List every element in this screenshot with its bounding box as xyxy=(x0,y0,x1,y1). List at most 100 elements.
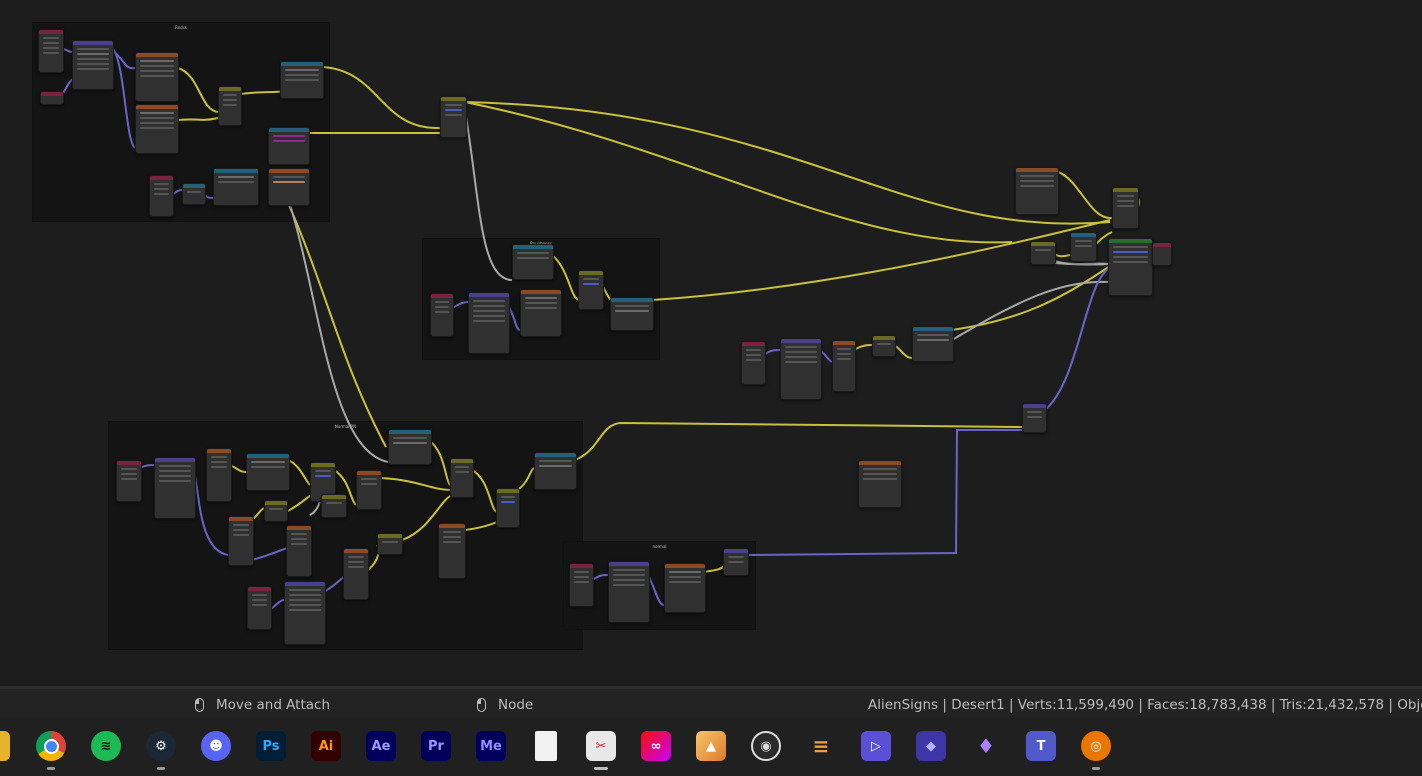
node-material-output[interactable] xyxy=(1152,242,1172,266)
node-texture-coordinate[interactable] xyxy=(149,175,174,217)
link xyxy=(111,49,136,70)
document-icon[interactable] xyxy=(535,731,557,761)
file-explorer-icon[interactable] xyxy=(0,731,10,761)
capcut-icon[interactable]: ▷ xyxy=(861,731,891,761)
node-mix[interactable] xyxy=(440,96,467,138)
link xyxy=(321,66,441,130)
node-texture-coordinate[interactable] xyxy=(430,293,454,337)
node-mix[interactable] xyxy=(1030,241,1056,265)
node-mapping[interactable] xyxy=(154,457,196,519)
status-hint-move: Move and Attach xyxy=(195,697,330,713)
node-color-ramp[interactable] xyxy=(610,297,654,331)
node-links xyxy=(61,47,1140,611)
teams-icon[interactable]: T xyxy=(1026,731,1056,761)
creative-cloud-icon[interactable]: ∞ xyxy=(641,731,671,761)
node-image-texture[interactable] xyxy=(1015,167,1059,215)
hint-label: Node xyxy=(498,697,534,713)
after-effects-icon[interactable]: Ae xyxy=(366,731,396,761)
link xyxy=(464,101,1111,225)
link xyxy=(177,67,219,113)
link xyxy=(574,421,1023,461)
running-indicator xyxy=(157,767,165,770)
obs-icon[interactable]: ◉ xyxy=(751,731,781,761)
link xyxy=(309,499,322,516)
node-color-ramp[interactable] xyxy=(512,244,554,280)
node-color-ramp[interactable] xyxy=(280,61,324,99)
node-mix[interactable] xyxy=(377,533,403,555)
node-color-ramp[interactable] xyxy=(213,168,259,206)
tornado-app-icon[interactable]: ≡ xyxy=(806,731,836,761)
node-color-ramp[interactable] xyxy=(534,452,577,490)
node-image-texture[interactable] xyxy=(135,52,179,102)
node-image-texture[interactable] xyxy=(135,104,179,154)
node-color-ramp[interactable] xyxy=(246,453,290,491)
photos-icon[interactable]: ▲ xyxy=(696,731,726,761)
obsidian-icon[interactable]: ♦ xyxy=(971,731,1001,761)
gem-app-icon[interactable]: ◆ xyxy=(916,731,946,761)
node-texture-coordinate[interactable] xyxy=(741,341,766,385)
node-editor-canvas[interactable]: Rocks Roughness Normal PN normal xyxy=(0,0,1422,686)
node-mix[interactable] xyxy=(264,500,288,522)
link xyxy=(853,344,873,351)
blender-icon[interactable]: ◎ xyxy=(1081,731,1111,761)
running-indicator xyxy=(47,767,55,770)
photoshop-icon[interactable]: Ps xyxy=(256,731,286,761)
media-encoder-icon[interactable]: Me xyxy=(476,731,506,761)
node-image-texture[interactable] xyxy=(520,289,562,337)
node-normal-map[interactable] xyxy=(723,548,749,576)
node-texture-coordinate[interactable] xyxy=(569,563,594,607)
node-normal-map[interactable] xyxy=(1022,403,1047,433)
node-mapping[interactable] xyxy=(608,561,650,623)
node-mix[interactable] xyxy=(321,494,347,518)
node-value[interactable] xyxy=(40,91,64,105)
node-image-texture[interactable] xyxy=(438,523,466,579)
link xyxy=(893,344,913,359)
node-mapping[interactable] xyxy=(72,40,114,90)
node-image-texture[interactable] xyxy=(206,448,232,502)
node-principled-bsdf[interactable] xyxy=(1108,238,1153,296)
discord-icon[interactable]: ☻ xyxy=(201,731,231,761)
link xyxy=(451,301,469,309)
node-mix[interactable] xyxy=(578,270,604,310)
link xyxy=(288,204,387,448)
node-color-ramp[interactable] xyxy=(912,326,954,362)
node-mix[interactable] xyxy=(872,335,896,357)
node-math[interactable] xyxy=(356,470,382,510)
node-texture-coordinate[interactable] xyxy=(247,586,272,630)
node-mix[interactable] xyxy=(218,86,242,126)
link xyxy=(464,101,1013,244)
link xyxy=(177,117,219,121)
illustrator-icon[interactable]: Ai xyxy=(311,731,341,761)
node-mix[interactable] xyxy=(1070,232,1097,262)
node-mix[interactable] xyxy=(450,458,474,498)
node-mapping[interactable] xyxy=(284,581,326,645)
node-texture-coordinate[interactable] xyxy=(116,460,142,502)
spotify-icon[interactable]: ≋ xyxy=(91,731,121,761)
premiere-icon[interactable]: Pr xyxy=(421,731,451,761)
link xyxy=(287,459,311,486)
node-image-texture[interactable] xyxy=(664,563,706,613)
link xyxy=(464,109,513,281)
node-image-texture[interactable] xyxy=(832,340,856,392)
node-hue-saturation[interactable] xyxy=(268,127,310,165)
link xyxy=(647,574,665,606)
mouse-left-icon xyxy=(195,698,204,712)
link xyxy=(1057,171,1113,220)
node-image-texture[interactable] xyxy=(286,525,312,577)
node-mapping[interactable] xyxy=(182,183,206,205)
link xyxy=(139,464,155,469)
node-mapping[interactable] xyxy=(780,338,822,400)
node-image-texture[interactable] xyxy=(228,516,254,566)
node-mapping[interactable] xyxy=(468,292,510,354)
node-image-texture[interactable] xyxy=(343,548,369,600)
node-mix[interactable] xyxy=(1112,187,1139,229)
snipping-tool-icon[interactable]: ✂ xyxy=(586,731,616,761)
node-gradient[interactable] xyxy=(268,168,310,206)
node-texture-coordinate[interactable] xyxy=(38,29,64,73)
chrome-icon[interactable] xyxy=(36,731,66,761)
steam-icon[interactable]: ⚙ xyxy=(146,731,176,761)
node-image-texture[interactable] xyxy=(858,460,902,508)
node-color-ramp[interactable] xyxy=(388,429,432,465)
hint-label: Move and Attach xyxy=(216,697,331,713)
node-mix[interactable] xyxy=(496,488,520,528)
